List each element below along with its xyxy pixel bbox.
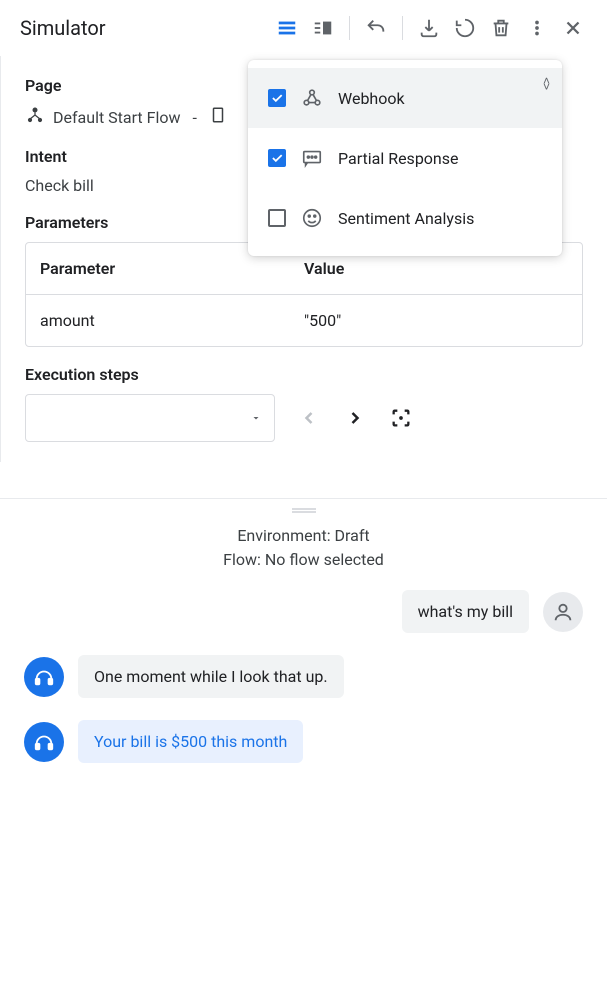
menu-item-partial-response[interactable]: Partial Response — [248, 128, 562, 188]
webhook-icon — [300, 86, 324, 110]
options-dropdown: ˄˅ Webhook Partial Response Sentiment An… — [248, 60, 562, 256]
download-icon[interactable] — [415, 14, 443, 42]
flow-name: Default Start Flow — [53, 108, 181, 127]
execution-label: Execution steps — [25, 365, 583, 384]
prev-step-icon — [297, 406, 321, 430]
bot-avatar — [24, 722, 64, 762]
next-step-icon[interactable] — [343, 406, 367, 430]
menu-item-webhook[interactable]: Webhook — [248, 68, 562, 128]
view-split-icon[interactable] — [309, 14, 337, 42]
env-line: Environment: Draft — [24, 524, 583, 548]
user-message-row: what's my bill — [24, 590, 583, 633]
focus-icon[interactable] — [389, 406, 413, 430]
bot-message-link[interactable]: Your bill is $500 this month — [78, 720, 303, 763]
execution-step-select[interactable] — [25, 394, 275, 442]
checkbox-checked[interactable] — [268, 89, 286, 107]
col-parameter: Parameter — [40, 259, 304, 278]
chat-icon — [300, 146, 324, 170]
execution-controls — [25, 394, 583, 442]
bot-message-row: Your bill is $500 this month — [24, 720, 583, 763]
menu-label: Sentiment Analysis — [338, 209, 474, 228]
table-row: amount "500" — [26, 295, 582, 346]
user-message: what's my bill — [402, 590, 529, 633]
page-icon — [209, 106, 227, 128]
header: Simulator — [0, 0, 607, 56]
scroll-handle-icon[interactable]: ˄˅ — [543, 78, 550, 90]
resize-handle[interactable] — [0, 499, 607, 524]
divider — [349, 16, 350, 40]
checkbox-unchecked[interactable] — [268, 209, 286, 227]
flow-icon — [25, 105, 45, 129]
toolbar — [273, 14, 587, 42]
flow-line: Flow: No flow selected — [24, 548, 583, 572]
flow-separator: - — [193, 108, 197, 127]
chevron-down-icon — [250, 412, 262, 424]
bot-avatar — [24, 657, 64, 697]
more-icon[interactable] — [523, 14, 551, 42]
divider — [402, 16, 403, 40]
bot-message-row: One moment while I look that up. — [24, 655, 583, 698]
menu-label: Webhook — [338, 89, 405, 108]
sentiment-icon — [300, 206, 324, 230]
param-value: "500" — [304, 311, 568, 330]
delete-icon[interactable] — [487, 14, 515, 42]
close-icon[interactable] — [559, 14, 587, 42]
undo-icon[interactable] — [362, 14, 390, 42]
col-value: Value — [304, 259, 568, 278]
checkbox-checked[interactable] — [268, 149, 286, 167]
menu-label: Partial Response — [338, 149, 459, 168]
bot-message: One moment while I look that up. — [78, 655, 344, 698]
chat-area: Environment: Draft Flow: No flow selecte… — [0, 524, 607, 809]
menu-item-sentiment[interactable]: Sentiment Analysis — [248, 188, 562, 248]
param-name: amount — [40, 311, 304, 330]
refresh-icon[interactable] — [451, 14, 479, 42]
view-stream-icon[interactable] — [273, 14, 301, 42]
parameters-table: Parameter Value amount "500" — [25, 242, 583, 347]
user-avatar — [543, 592, 583, 632]
environment-info: Environment: Draft Flow: No flow selecte… — [24, 524, 583, 572]
app-title: Simulator — [20, 16, 273, 40]
